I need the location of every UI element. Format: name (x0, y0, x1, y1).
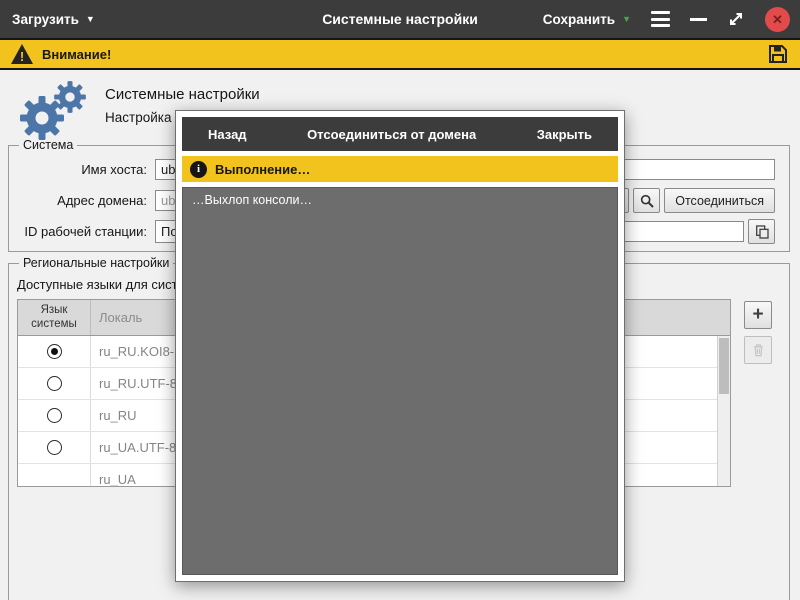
dialog-status-text: Выполнение… (215, 161, 311, 177)
radio[interactable] (46, 376, 62, 391)
trash-icon (753, 344, 763, 357)
save-floppy-icon[interactable] (766, 42, 790, 66)
radio-cell (18, 464, 90, 486)
column-header-system-language: Язык системы (31, 304, 77, 330)
radio-cell (18, 400, 90, 431)
dialog-disconnect-domain-button[interactable]: Отсоединиться от домена (307, 127, 476, 142)
hostname-label: Имя хоста: (81, 162, 147, 177)
dialog-header: Назад Отсоединиться от домена Закрыть (182, 117, 618, 151)
dialog-status-bar: i Выполнение… (182, 156, 618, 182)
load-menu-label: Загрузить (12, 11, 79, 27)
chevron-down-icon: ▼ (85, 13, 95, 24)
info-icon: i (190, 160, 207, 178)
gears-icon (20, 81, 86, 140)
save-menu-button[interactable]: Сохранить ▼ (543, 12, 631, 27)
dialog-back-button[interactable]: Назад (208, 127, 247, 142)
app-window: Загрузить ▼ Системные настройки Сохранит… (0, 0, 800, 600)
titlebar-actions: Сохранить ▼ ✕ (543, 6, 790, 32)
regional-section-legend: Региональные настройки (23, 256, 170, 270)
expand-icon[interactable] (727, 10, 745, 28)
system-section-legend: Система (23, 138, 74, 152)
page-title: Системные настройки (105, 86, 260, 103)
radio[interactable] (46, 344, 62, 359)
warning-text: Внимание! (42, 46, 112, 62)
radio[interactable] (46, 408, 62, 423)
search-domain-button[interactable] (633, 188, 661, 213)
table-actions: + (744, 299, 772, 487)
copy-id-button[interactable] (748, 219, 775, 244)
console-output: …Выхлоп консоли… (182, 187, 618, 575)
save-menu-label: Сохранить (542, 11, 616, 27)
workstation-id-label: ID рабочей станции: (24, 224, 147, 239)
page-subtitle: Настройка (105, 110, 172, 125)
radio-cell (18, 336, 90, 367)
minimize-icon[interactable] (690, 17, 707, 21)
scrollbar-thumb[interactable] (719, 338, 729, 394)
titlebar: Загрузить ▼ Системные настройки Сохранит… (0, 0, 800, 38)
radio-cell (18, 368, 90, 399)
warning-bar: ! Внимание! (0, 38, 800, 70)
console-dialog: Назад Отсоединиться от домена Закрыть i … (175, 110, 625, 582)
dialog-close-button[interactable]: Закрыть (537, 127, 592, 142)
radio[interactable] (46, 440, 62, 455)
search-icon (640, 194, 654, 208)
radio-cell (18, 432, 90, 463)
close-icon[interactable]: ✕ (765, 6, 790, 32)
disconnect-button[interactable]: Отсоединиться (664, 188, 775, 213)
chevron-down-green-icon: ▼ (622, 13, 631, 24)
menu-icon[interactable] (651, 8, 670, 31)
load-menu-button[interactable]: Загрузить ▼ (12, 12, 95, 27)
svg-text:!: ! (20, 49, 24, 64)
domain-label: Адрес домена: (57, 193, 147, 208)
warning-icon: ! (11, 44, 33, 64)
delete-locale-button (744, 336, 772, 364)
add-locale-button[interactable]: + (744, 301, 772, 329)
copy-icon (755, 224, 769, 239)
table-scrollbar[interactable] (717, 336, 730, 486)
